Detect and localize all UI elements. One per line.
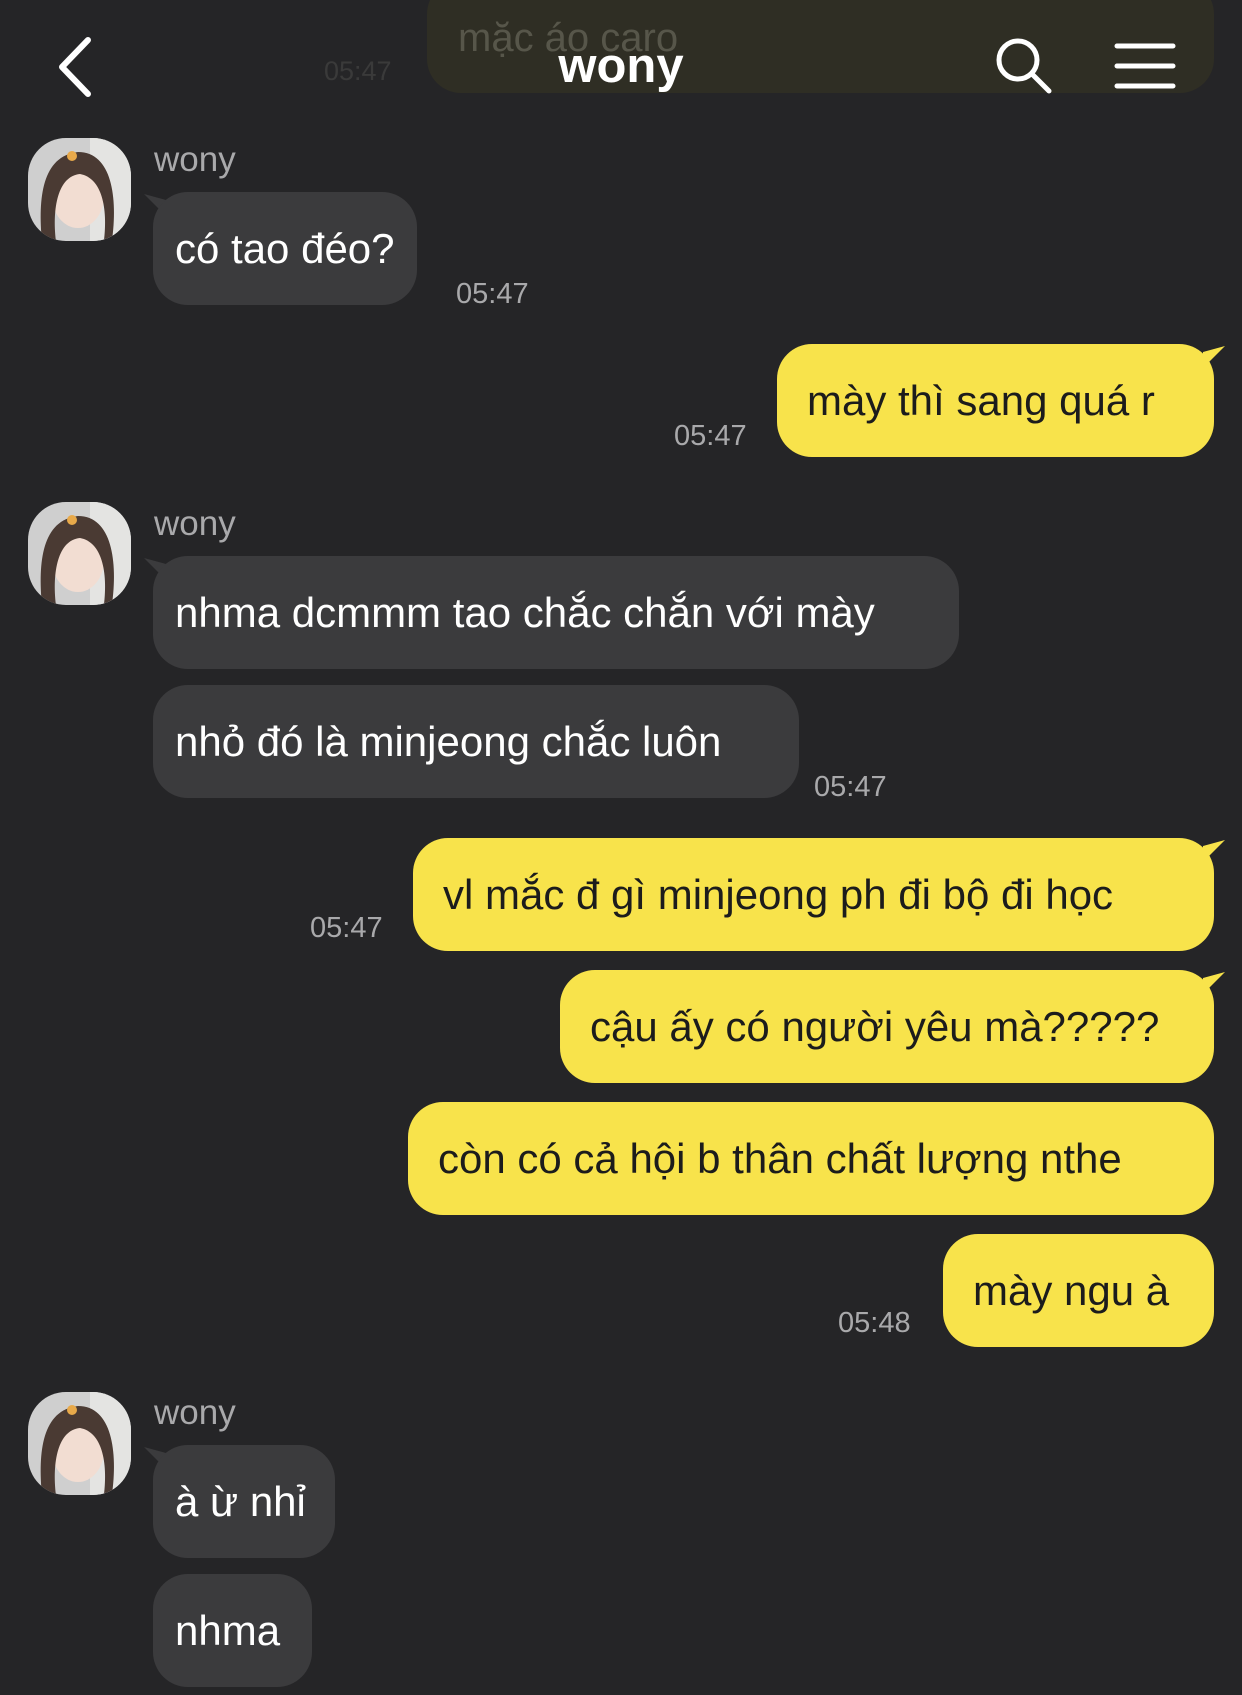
search-icon[interactable] — [994, 36, 1054, 96]
bubble-tail — [1203, 346, 1225, 368]
message-time: 05:47 — [310, 912, 383, 944]
message-time: 05:47 — [674, 420, 747, 452]
outgoing-message-bubble[interactable]: mày thì sang quá r — [777, 344, 1214, 457]
chat-header: wony — [0, 0, 1242, 128]
bubble-tail — [1203, 840, 1225, 862]
incoming-message-bubble[interactable]: nhỏ đó là minjeong chắc luôn — [153, 685, 799, 798]
incoming-message-bubble[interactable]: nhma — [153, 1574, 312, 1687]
outgoing-message-bubble[interactable]: mày ngu à — [943, 1234, 1214, 1347]
incoming-message-bubble[interactable]: à ừ nhỉ — [153, 1445, 335, 1558]
sender-name: wony — [154, 140, 236, 179]
sender-name: wony — [154, 504, 236, 543]
message-time: 05:48 — [838, 1307, 911, 1339]
bubble-tail — [1203, 972, 1225, 994]
menu-icon[interactable] — [1114, 42, 1176, 90]
incoming-message-bubble[interactable]: nhma dcmmm tao chắc chắn với mày — [153, 556, 959, 669]
outgoing-message-bubble[interactable]: còn có cả hội b thân chất lượng nthe — [408, 1102, 1214, 1215]
outgoing-message-bubble[interactable]: cậu ấy có người yêu mà????? — [560, 970, 1214, 1083]
incoming-message-bubble[interactable]: có tao đéo? — [153, 192, 417, 305]
avatar[interactable] — [28, 1392, 131, 1495]
avatar[interactable] — [28, 502, 131, 605]
avatar[interactable] — [28, 138, 131, 241]
chat-title: wony — [558, 39, 684, 93]
outgoing-message-bubble[interactable]: vl mắc đ gì minjeong ph đi bộ đi học — [413, 838, 1214, 951]
message-time: 05:47 — [456, 278, 529, 310]
sender-name: wony — [154, 1393, 236, 1432]
message-time: 05:47 — [814, 771, 887, 803]
